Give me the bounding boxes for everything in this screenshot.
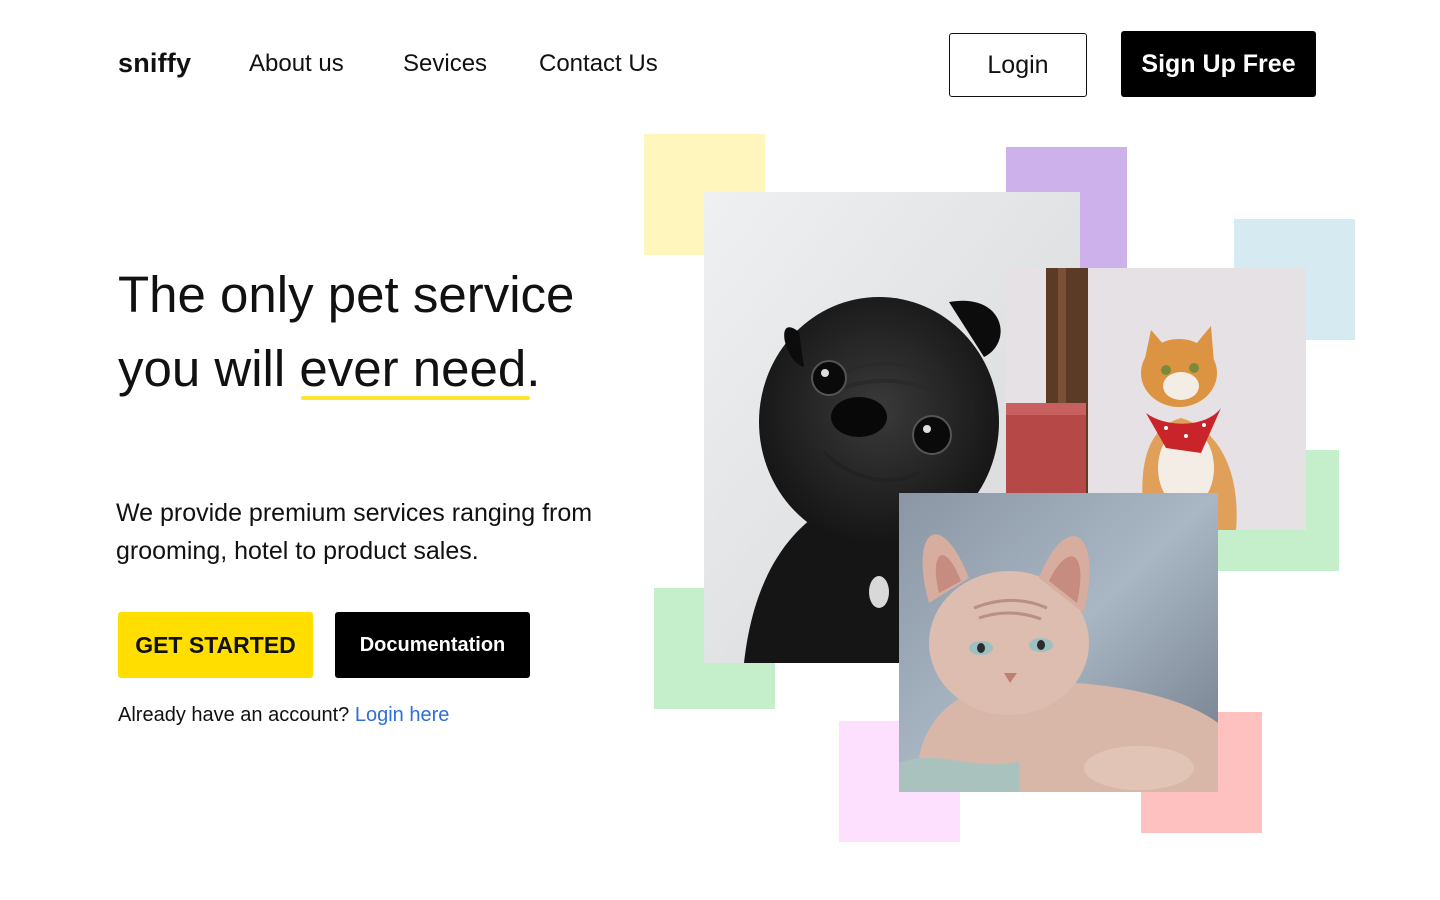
get-started-button[interactable]: GET STARTED <box>118 612 313 678</box>
sphynx-cat-image <box>899 493 1218 792</box>
logo[interactable]: sniffy <box>118 48 191 79</box>
sphynx-cat-photo <box>899 493 1218 792</box>
headline-suffix: . <box>526 340 541 397</box>
hero-headline: The only pet service you will ever need. <box>118 258 574 406</box>
login-button[interactable]: Login <box>949 33 1087 97</box>
signup-button[interactable]: Sign Up Free <box>1121 31 1316 97</box>
nav-about-us[interactable]: About us <box>249 50 344 78</box>
nav-contact-us[interactable]: Contact Us <box>539 50 658 78</box>
headline-line-2-prefix: you will <box>118 340 300 397</box>
account-prompt: Already have an account? Login here <box>118 704 449 727</box>
hero-description: We provide premium services ranging from… <box>116 499 593 565</box>
ginger-cat-image <box>1006 268 1306 530</box>
ginger-cat-photo <box>1006 268 1306 530</box>
login-here-link[interactable]: Login here <box>355 704 450 726</box>
headline-accent: ever need <box>299 332 531 406</box>
documentation-button[interactable]: Documentation <box>335 612 530 678</box>
headline-line-1: The only pet service <box>118 266 575 323</box>
account-prompt-text: Already have an account? <box>118 704 350 726</box>
nav-services[interactable]: Sevices <box>403 50 487 78</box>
